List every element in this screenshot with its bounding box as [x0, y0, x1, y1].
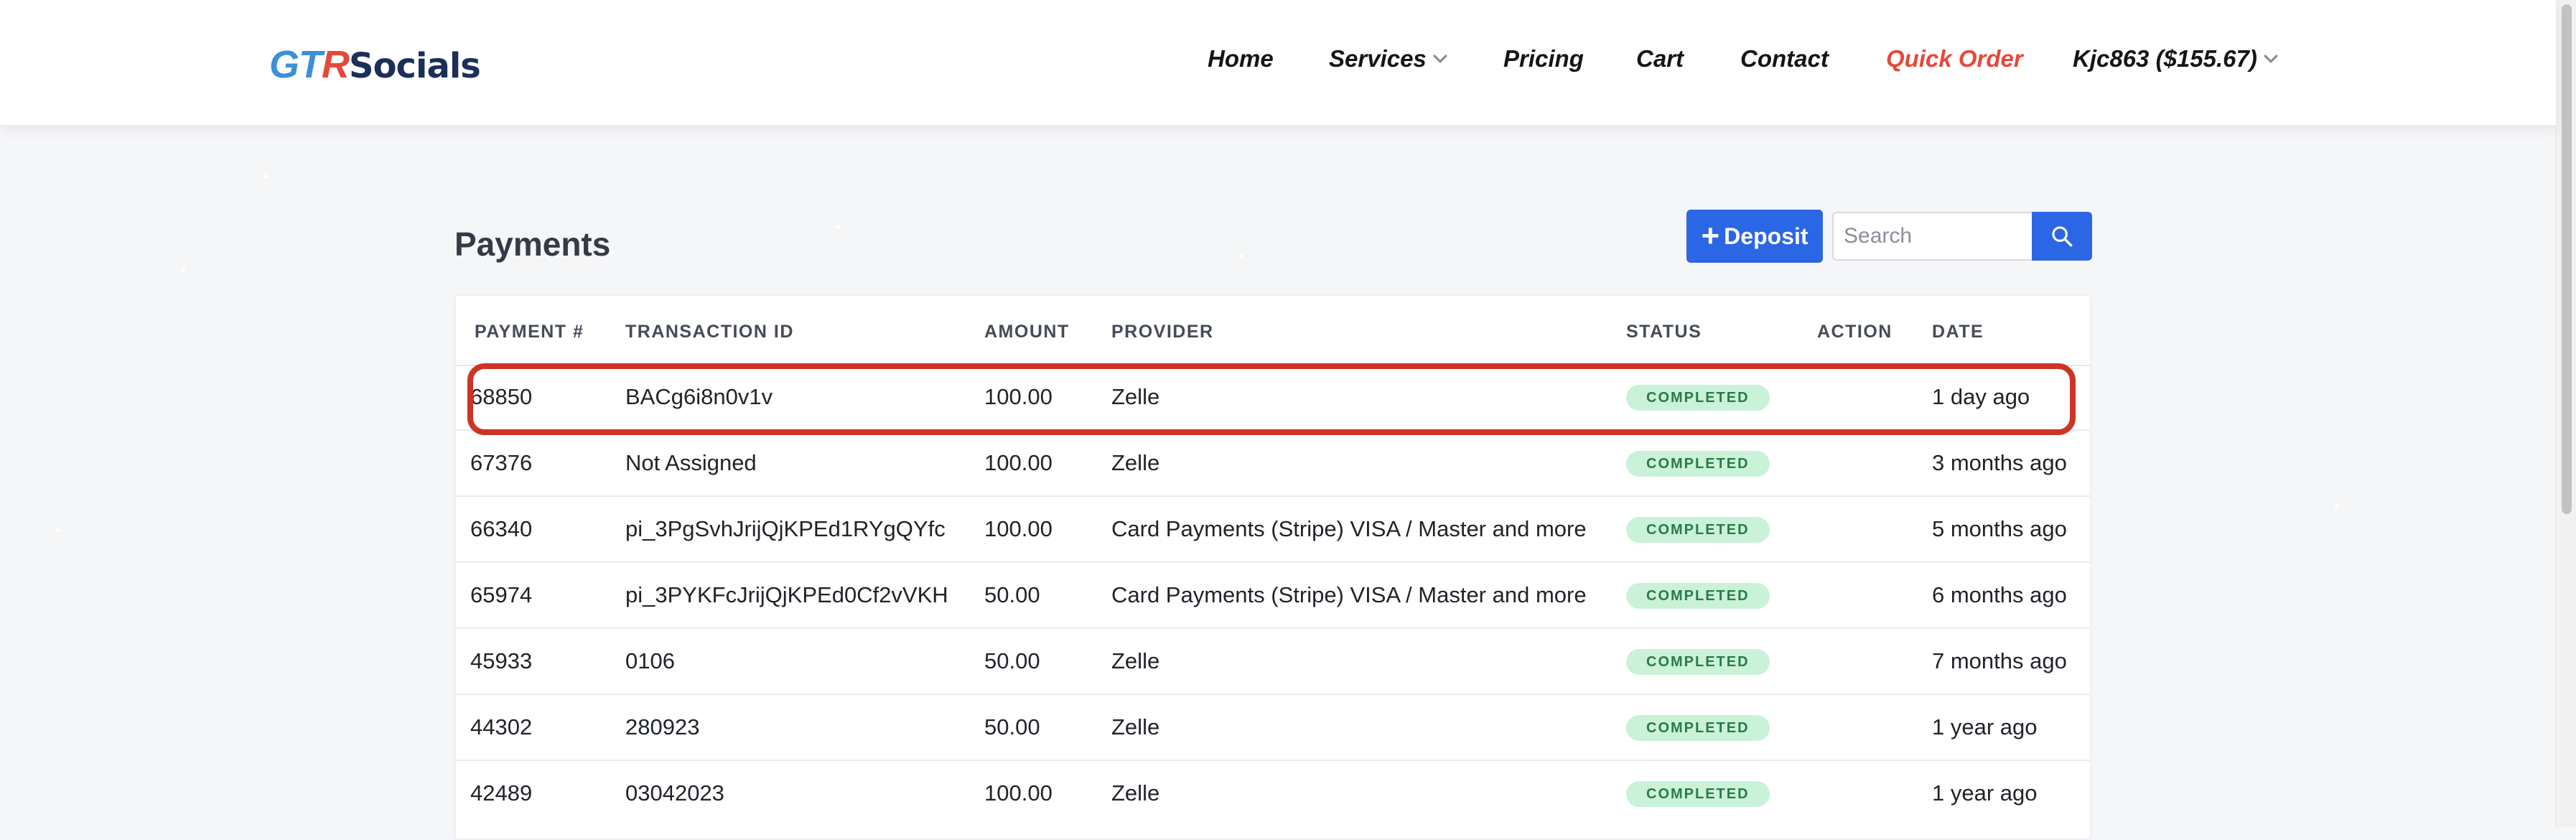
- transaction-id: 03042023: [625, 780, 724, 806]
- nav-label: Cart: [1636, 45, 1684, 72]
- table-row[interactable]: 42489 03042023 100.00 Zelle COMPLETED 1 …: [456, 761, 2090, 827]
- search-button[interactable]: [2032, 212, 2092, 261]
- payment-amount: 50.00: [984, 648, 1040, 673]
- payment-number: 45933: [470, 648, 533, 673]
- nav-cart[interactable]: Cart: [1636, 43, 1684, 75]
- payment-date: 1 day ago: [1932, 384, 2030, 409]
- nav-home[interactable]: Home: [1208, 43, 1274, 75]
- nav-account-menu[interactable]: Kjc863 ($155.67): [2073, 43, 2278, 75]
- payment-provider: Zelle: [1111, 780, 1160, 806]
- nav-label: Services: [1329, 45, 1427, 72]
- chevron-down-icon: [1432, 49, 1447, 63]
- payment-amount: 100.00: [984, 384, 1053, 409]
- transaction-id: Not Assigned: [625, 450, 757, 475]
- deposit-button-label: Deposit: [1724, 223, 1809, 249]
- background-dot: [56, 528, 60, 533]
- page-scrollbar[interactable]: [2555, 0, 2576, 827]
- column-header-action[interactable]: ACTION: [1817, 322, 1893, 342]
- table-row[interactable]: 65974 pi_3PYKFcJrijQjKPEd0Cf2vVKH 50.00 …: [456, 563, 2090, 629]
- nav-pricing[interactable]: Pricing: [1503, 43, 1584, 75]
- plus-icon: +: [1701, 218, 1720, 253]
- payment-date: 1 year ago: [1932, 780, 2038, 806]
- table-header: PAYMENT # TRANSACTION ID AMOUNT PROVIDER…: [456, 296, 2090, 366]
- status-badge: COMPLETED: [1626, 451, 1770, 477]
- nav-quick-order[interactable]: Quick Order: [1886, 43, 2023, 75]
- payment-date: 1 year ago: [1932, 714, 2038, 739]
- payment-provider: Zelle: [1111, 450, 1160, 475]
- column-header-date[interactable]: DATE: [1932, 322, 1984, 342]
- payment-amount: 100.00: [984, 780, 1053, 806]
- deposit-button[interactable]: + Deposit: [1686, 210, 1823, 263]
- payment-number: 66340: [470, 516, 533, 541]
- transaction-id: pi_3PYKFcJrijQjKPEd0Cf2vVKH: [625, 582, 948, 607]
- payment-number: 65974: [470, 582, 533, 607]
- status-badge: COMPLETED: [1626, 781, 1770, 807]
- search-icon: [2052, 226, 2073, 247]
- chevron-down-icon: [2263, 49, 2278, 63]
- transaction-id: BACg6i8n0v1v: [625, 384, 773, 409]
- logo-text-socials: Socials: [349, 46, 481, 86]
- page-title: Payments: [454, 225, 611, 263]
- payment-provider: Zelle: [1111, 384, 1160, 409]
- payment-number: 44302: [470, 714, 533, 739]
- payment-provider: Zelle: [1111, 648, 1160, 673]
- transaction-id: 0106: [625, 648, 675, 673]
- status-badge: COMPLETED: [1626, 385, 1770, 411]
- column-header-provider[interactable]: PROVIDER: [1111, 322, 1214, 342]
- payments-table: PAYMENT # TRANSACTION ID AMOUNT PROVIDER…: [454, 294, 2091, 840]
- payment-date: 3 months ago: [1932, 450, 2067, 475]
- site-header: GTRSocials Home Services Pricing Cart Co…: [0, 0, 2556, 125]
- transaction-id: pi_3PgSvhJrijQjKPEd1RYgQYfc: [625, 516, 946, 541]
- transaction-id: 280923: [625, 714, 700, 739]
- account-balance-label: Kjc863 ($155.67): [2073, 45, 2257, 72]
- payment-provider: Card Payments (Stripe) VISA / Master and…: [1111, 516, 1587, 541]
- payment-amount: 100.00: [984, 450, 1053, 475]
- nav-contact[interactable]: Contact: [1740, 43, 1829, 75]
- payment-date: 5 months ago: [1932, 516, 2067, 541]
- background-dot: [263, 174, 268, 179]
- status-badge: COMPLETED: [1626, 649, 1770, 675]
- nav-label: Home: [1208, 45, 1274, 72]
- site-logo[interactable]: GTRSocials: [269, 43, 481, 86]
- status-badge: COMPLETED: [1626, 517, 1770, 543]
- payment-number: 67376: [470, 450, 533, 475]
- logo-text-r: R: [322, 43, 350, 86]
- payment-number: 42489: [470, 780, 533, 806]
- table-row[interactable]: 45933 0106 50.00 Zelle COMPLETED 7 month…: [456, 629, 2090, 695]
- search-input[interactable]: [1832, 212, 2032, 261]
- payment-provider: Card Payments (Stripe) VISA / Master and…: [1111, 582, 1587, 607]
- background-dot: [836, 225, 841, 229]
- table-row[interactable]: 66340 pi_3PgSvhJrijQjKPEd1RYgQYfc 100.00…: [456, 497, 2090, 563]
- background-dot: [1239, 254, 1243, 258]
- column-header-payment[interactable]: PAYMENT #: [475, 322, 584, 342]
- nav-label: Quick Order: [1886, 45, 2023, 72]
- payment-number: 68850: [470, 384, 533, 409]
- column-header-transaction-id[interactable]: TRANSACTION ID: [625, 322, 794, 342]
- column-header-status[interactable]: STATUS: [1626, 322, 1702, 342]
- table-row[interactable]: 44302 280923 50.00 Zelle COMPLETED 1 yea…: [456, 695, 2090, 761]
- column-header-amount[interactable]: AMOUNT: [984, 322, 1070, 342]
- status-badge: COMPLETED: [1626, 715, 1770, 741]
- nav-services[interactable]: Services: [1329, 43, 1447, 75]
- background-dot: [2335, 504, 2339, 508]
- payment-amount: 50.00: [984, 714, 1040, 739]
- payment-date: 6 months ago: [1932, 582, 2067, 607]
- table-row[interactable]: 68850 BACg6i8n0v1v 100.00 Zelle COMPLETE…: [456, 365, 2090, 431]
- payment-amount: 50.00: [984, 582, 1040, 607]
- logo-text-gt: GT: [269, 43, 322, 86]
- payment-amount: 100.00: [984, 516, 1053, 541]
- nav-label: Pricing: [1503, 45, 1584, 72]
- scrollbar-thumb[interactable]: [2562, 4, 2572, 514]
- background-dot: [181, 268, 185, 272]
- status-badge: COMPLETED: [1626, 583, 1770, 609]
- nav-label: Contact: [1740, 45, 1829, 72]
- table-row[interactable]: 67376 Not Assigned 100.00 Zelle COMPLETE…: [456, 431, 2090, 497]
- payment-date: 7 months ago: [1932, 648, 2067, 673]
- payment-provider: Zelle: [1111, 714, 1160, 739]
